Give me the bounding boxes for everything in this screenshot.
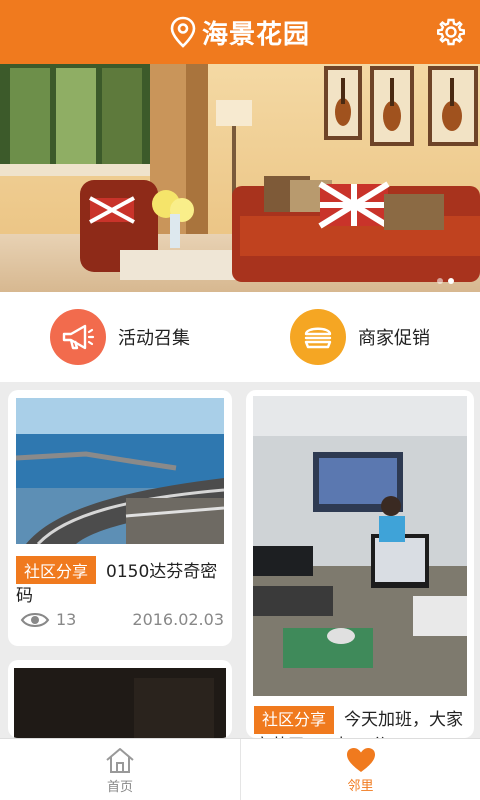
carousel-dot-active[interactable] — [448, 278, 454, 284]
carousel-dot[interactable] — [437, 278, 443, 284]
quick-actions: 活动召集 商家促销 — [0, 292, 480, 382]
post-title-row: 社区分享今天加班，大家辛苦了，3点18分 — [254, 706, 468, 738]
post-image — [253, 396, 467, 696]
quick-action-events[interactable]: 活动召集 — [0, 292, 240, 382]
post-image — [14, 668, 226, 738]
quick-action-promotions[interactable]: 商家促销 — [240, 292, 480, 382]
banner-carousel[interactable] — [0, 64, 480, 292]
carousel-indicator — [437, 278, 454, 284]
eye-icon — [20, 612, 50, 627]
tab-neighbors[interactable]: 邻里 — [240, 739, 480, 800]
page-title: 海景花园 — [201, 19, 310, 50]
category-tag: 社区分享 — [254, 706, 335, 734]
category-tag: 社区分享 — [16, 556, 97, 584]
post-date: 2016.02.03 — [132, 610, 224, 629]
post-card[interactable] — [8, 660, 232, 738]
megaphone-icon — [50, 309, 106, 365]
post-card[interactable]: 社区分享 0150达芬奇密码 13 2016.02.03 — [8, 390, 232, 646]
tab-label: 首页 — [106, 779, 133, 795]
post-image — [16, 398, 224, 544]
location-pin-icon — [170, 16, 196, 48]
post-title-row: 社区分享 0150达芬奇密码 — [16, 556, 226, 608]
quick-action-label: 活动召集 — [118, 328, 190, 349]
tab-label: 邻里 — [347, 778, 374, 794]
home-icon — [106, 747, 134, 773]
gear-icon[interactable] — [436, 17, 466, 47]
tab-home[interactable]: 首页 — [0, 739, 240, 800]
heart-icon — [346, 747, 375, 772]
post-card[interactable]: 社区分享今天加班，大家辛苦了，3点18分 — [246, 390, 474, 738]
header-title-group: 海景花园 — [170, 14, 310, 51]
living-room-photo — [0, 64, 480, 292]
app-header: 海景花园 — [0, 0, 480, 64]
view-count: 13 — [56, 610, 77, 629]
quick-action-label: 商家促销 — [358, 328, 430, 349]
post-meta: 13 2016.02.03 — [20, 610, 224, 629]
bottom-navigation: 首页 邻里 — [0, 738, 480, 800]
burger-icon — [290, 309, 346, 365]
